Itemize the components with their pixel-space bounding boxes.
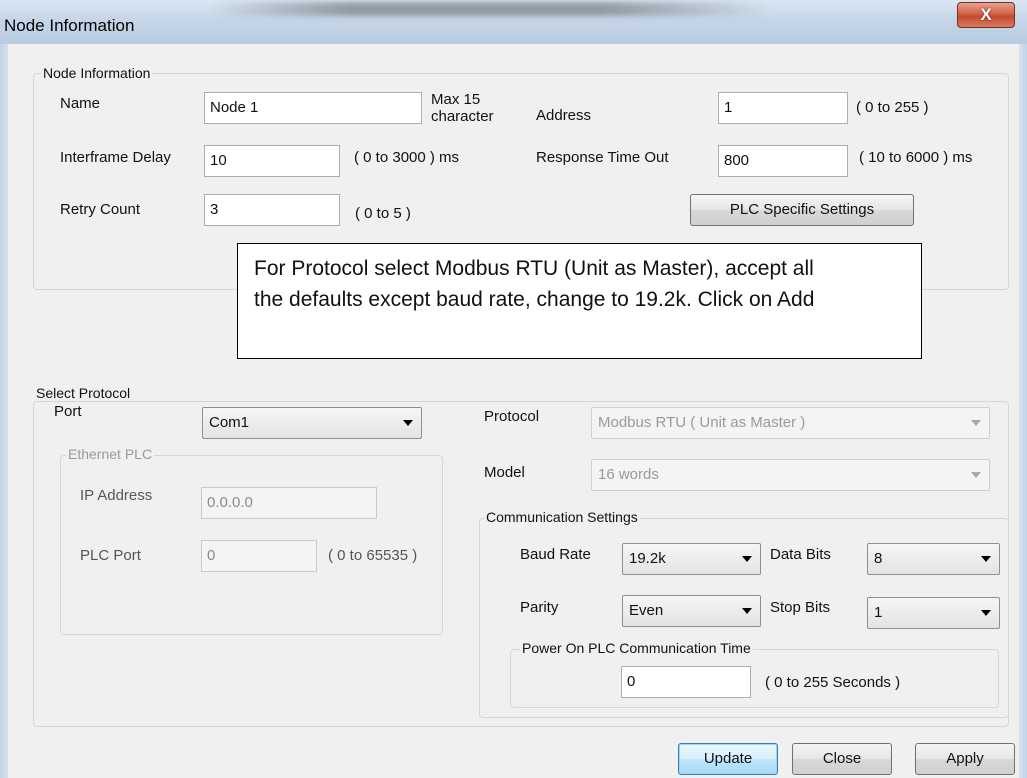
- retry-count-input[interactable]: 3: [204, 194, 340, 226]
- chevron-down-icon: [742, 556, 752, 562]
- update-button[interactable]: Update: [678, 743, 778, 775]
- blurred-title-region: [210, 2, 770, 16]
- baud-rate-dropdown[interactable]: 19.2k: [622, 543, 761, 575]
- response-time-out-range: ( 10 to 6000 ) ms: [859, 149, 973, 166]
- port-dropdown[interactable]: Com1: [202, 407, 422, 439]
- communication-settings-legend: Communication Settings: [484, 509, 640, 525]
- window-title: Node Information: [4, 16, 135, 35]
- chevron-down-icon: [742, 608, 752, 614]
- name-hint-line-2: character: [431, 108, 494, 125]
- close-window-button[interactable]: X: [957, 2, 1015, 28]
- stop-bits-label: Stop Bits: [770, 599, 831, 616]
- port-selected-value: Com1: [209, 414, 250, 431]
- address-label: Address: [536, 107, 592, 124]
- chevron-down-icon: [403, 420, 413, 426]
- instruction-note-line-1: For Protocol select Modbus RTU (Unit as …: [254, 257, 814, 280]
- power-on-communication-time-legend: Power On PLC Communication Time: [520, 640, 753, 656]
- chevron-down-icon: [981, 556, 991, 562]
- data-bits-label: Data Bits: [770, 546, 831, 563]
- interframe-delay-range: ( 0 to 3000 ) ms: [354, 149, 460, 166]
- retry-count-label: Retry Count: [60, 201, 141, 218]
- window-frame-left: [0, 44, 8, 778]
- instruction-note-line-2: the defaults except baud rate, change to…: [254, 288, 815, 311]
- apply-button[interactable]: Apply: [915, 743, 1015, 775]
- port-label: Port: [54, 403, 82, 420]
- instruction-note: For Protocol select Modbus RTU (Unit as …: [237, 243, 922, 359]
- response-time-out-input[interactable]: 800: [718, 145, 848, 177]
- power-on-communication-time-range: ( 0 to 255 Seconds ): [765, 674, 901, 691]
- model-label: Model: [484, 464, 525, 481]
- protocol-dropdown[interactable]: Modbus RTU ( Unit as Master ): [591, 407, 990, 439]
- close-button[interactable]: Close: [792, 743, 892, 775]
- model-selected-value: 16 words: [598, 466, 659, 483]
- select-protocol-legend: Select Protocol: [34, 385, 133, 401]
- protocol-selected-value: Modbus RTU ( Unit as Master ): [598, 414, 806, 431]
- plc-specific-settings-button[interactable]: PLC Specific Settings: [690, 194, 914, 226]
- window-frame-right: [1019, 44, 1027, 778]
- address-range: ( 0 to 255 ): [856, 99, 929, 116]
- node-information-legend: Node Information: [41, 65, 153, 81]
- plc-port-label: PLC Port: [80, 547, 141, 564]
- address-input[interactable]: 1: [718, 92, 848, 124]
- chevron-down-icon: [981, 610, 991, 616]
- protocol-label: Protocol: [484, 408, 540, 425]
- name-max-length-hint: Max 15 character: [431, 91, 494, 125]
- ethernet-plc-legend: Ethernet PLC: [66, 446, 155, 462]
- title-bar[interactable]: Node Information X: [0, 0, 1027, 44]
- stop-bits-selected-value: 1: [874, 604, 883, 621]
- parity-selected-value: Even: [629, 602, 664, 619]
- node-information-dialog: Node Information X Node Information Name…: [0, 0, 1027, 778]
- ip-address-label: IP Address: [80, 487, 153, 504]
- parity-dropdown[interactable]: Even: [622, 595, 761, 627]
- model-dropdown[interactable]: 16 words: [591, 459, 990, 491]
- dialog-client-area: Node Information Name Node 1 Max 15 char…: [8, 44, 1019, 778]
- data-bits-selected-value: 8: [874, 550, 883, 567]
- plc-port-input[interactable]: 0: [201, 540, 317, 572]
- ip-address-input[interactable]: 0.0.0.0: [201, 487, 377, 519]
- stop-bits-dropdown[interactable]: 1: [867, 597, 1000, 629]
- name-hint-line-1: Max 15: [431, 91, 481, 108]
- name-input[interactable]: Node 1: [204, 92, 422, 124]
- chevron-down-icon: [971, 420, 981, 426]
- retry-count-range: ( 0 to 5 ): [355, 205, 411, 222]
- data-bits-dropdown[interactable]: 8: [867, 543, 1000, 575]
- chevron-down-icon: [971, 472, 981, 478]
- plc-port-range: ( 0 to 65535 ): [328, 547, 418, 564]
- response-time-out-label: Response Time Out: [536, 149, 669, 166]
- interframe-delay-input[interactable]: 10: [204, 145, 340, 177]
- baud-rate-selected-value: 19.2k: [629, 550, 666, 567]
- interframe-delay-label: Interframe Delay: [60, 149, 171, 166]
- close-icon: X: [980, 5, 992, 24]
- power-on-communication-time-group: [510, 649, 999, 708]
- parity-label: Parity: [520, 599, 559, 616]
- baud-rate-label: Baud Rate: [520, 546, 591, 563]
- power-on-communication-time-input[interactable]: 0: [621, 666, 751, 698]
- name-label: Name: [60, 95, 101, 112]
